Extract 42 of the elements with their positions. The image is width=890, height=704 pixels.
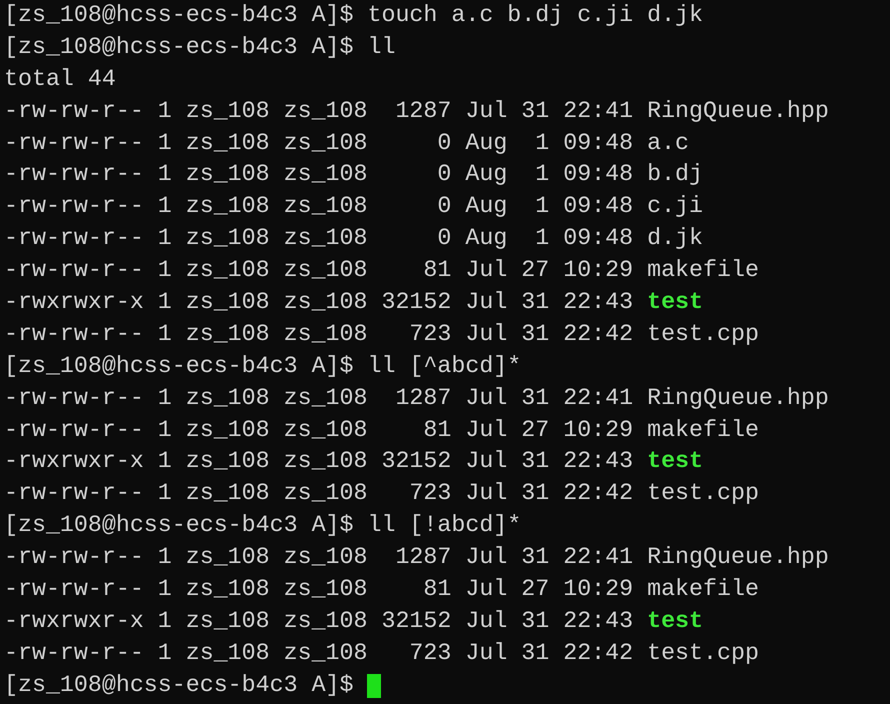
- file-details: -rw-rw-r-- 1 zs_108 zs_108 723 Jul 31 22:42: [4, 638, 634, 668]
- file-name: makefile: [647, 575, 759, 604]
- file-name: makefile: [647, 416, 759, 445]
- file-name: RingQueue.hpp: [647, 543, 829, 572]
- file-details: -rw-rw-r-- 1 zs_108 zs_108 0 Aug 1 09:48: [4, 192, 634, 222]
- file-name: test: [647, 447, 704, 476]
- shell-prompt: [zs_108@hcss-ecs-b4c3 A]$: [4, 511, 354, 540]
- file-name: RingQueue.hpp: [647, 96, 829, 126]
- file-name: test.cpp: [647, 479, 759, 508]
- file-name: c.ji: [647, 192, 704, 222]
- file-details: -rw-rw-r-- 1 zs_108 zs_108 81 Jul 27 10:29: [4, 416, 634, 445]
- command-text: ll [!abcd]*: [367, 511, 522, 540]
- file-name: test: [647, 288, 704, 318]
- file-details: -rw-rw-r-- 1 zs_108 zs_108 0 Aug 1 09:48: [4, 160, 634, 190]
- file-details: -rw-rw-r-- 1 zs_108 zs_108 0 Aug 1 09:48: [4, 224, 634, 254]
- file-name: a.c: [647, 128, 690, 158]
- file-details: -rw-rw-r-- 1 zs_108 zs_108 81 Jul 27 10:29: [4, 256, 634, 286]
- file-details: -rw-rw-r-- 1 zs_108 zs_108 723 Jul 31 22:42: [4, 479, 634, 508]
- shell-prompt: [zs_108@hcss-ecs-b4c3 A]$: [4, 32, 354, 62]
- shell-prompt: [zs_108@hcss-ecs-b4c3 A]$: [4, 1, 354, 30]
- file-name: b.dj: [647, 160, 704, 190]
- file-details: -rwxrwxr-x 1 zs_108 zs_108 32152 Jul 31 22:43: [4, 606, 634, 636]
- file-details: -rwxrwxr-x 1 zs_108 zs_108 32152 Jul 31 22:43: [4, 288, 634, 318]
- file-name: RingQueue.hpp: [647, 384, 829, 413]
- file-name: d.jk: [647, 224, 704, 254]
- file-details: -rw-rw-r-- 1 zs_108 zs_108 0 Aug 1 09:48: [4, 128, 634, 158]
- output-text: total 44: [4, 64, 116, 94]
- file-details: -rw-rw-r-- 1 zs_108 zs_108 1287 Jul 31 22:41: [4, 96, 634, 126]
- command-text: ll: [367, 32, 396, 62]
- file-details: -rw-rw-r-- 1 zs_108 zs_108 81 Jul 27 10:29: [4, 575, 634, 604]
- command-text: ll [^abcd]*: [367, 352, 522, 381]
- file-details: -rw-rw-r-- 1 zs_108 zs_108 1287 Jul 31 22:41: [4, 384, 634, 413]
- file-name: test: [647, 606, 704, 636]
- shell-prompt: [zs_108@hcss-ecs-b4c3 A]$: [4, 352, 354, 381]
- command-text: touch a.c b.dj c.ji d.jk: [367, 1, 704, 30]
- file-name: test.cpp: [647, 638, 759, 668]
- file-name: makefile: [647, 256, 759, 286]
- shell-prompt: [zs_108@hcss-ecs-b4c3 A]$: [4, 670, 354, 700]
- file-details: -rwxrwxr-x 1 zs_108 zs_108 32152 Jul 31 22:43: [4, 447, 634, 476]
- file-details: -rw-rw-r-- 1 zs_108 zs_108 1287 Jul 31 22:41: [4, 543, 634, 572]
- file-name: test.cpp: [647, 320, 759, 349]
- file-details: -rw-rw-r-- 1 zs_108 zs_108 723 Jul 31 22:42: [4, 320, 634, 349]
